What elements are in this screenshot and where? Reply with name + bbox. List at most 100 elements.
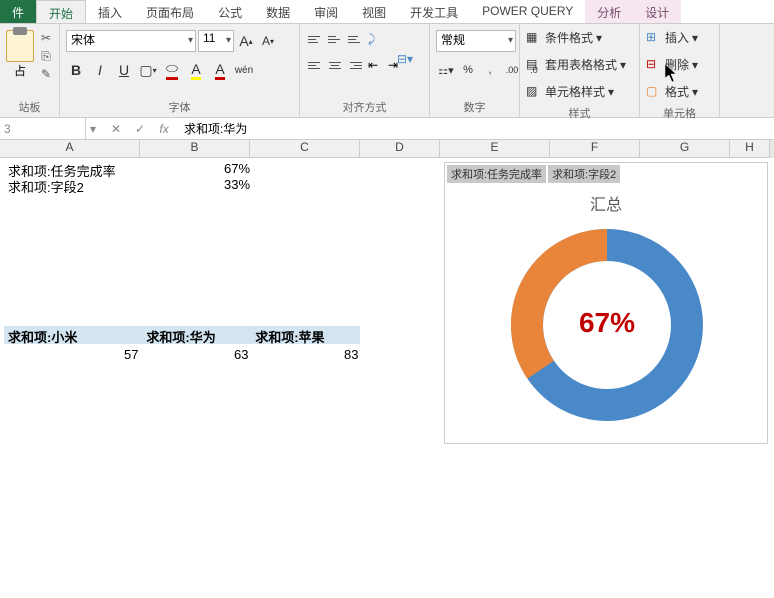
clipboard-icon [6, 30, 34, 62]
cursor-icon [665, 64, 679, 84]
formula-input[interactable] [180, 118, 774, 139]
underline-button[interactable]: U [114, 60, 134, 80]
merge-cells-button[interactable]: ⊟▾ [397, 28, 425, 90]
cell-b1[interactable]: 67% [220, 160, 254, 177]
align-middle-icon[interactable] [326, 30, 344, 48]
align-top-icon[interactable] [306, 30, 324, 48]
font-size-select[interactable]: 11 ▾ [198, 30, 234, 52]
increase-decimal-icon[interactable]: .00 [502, 60, 522, 80]
tab-view[interactable]: 视图 [350, 0, 398, 23]
spreadsheet-grid[interactable]: 求和项:任务完成率 67% 求和项:字段2 33% 求和项:小米 求和项:华为 … [0, 158, 774, 578]
pivot-header-1[interactable]: 求和项:小米 [4, 326, 142, 344]
tab-home[interactable]: 开始 [36, 0, 86, 23]
orientation-icon[interactable]: ⤸ [366, 30, 384, 48]
cell-b2[interactable]: 33% [220, 176, 254, 193]
accept-formula-icon[interactable]: ✓ [132, 122, 148, 136]
tab-page-layout[interactable]: 页面布局 [134, 0, 206, 23]
format-cells-button[interactable]: ▢ 格式 ▾ [646, 83, 698, 100]
chart-center-label: 67% [579, 307, 635, 339]
fill-color-button[interactable]: A [186, 60, 206, 80]
pivot-value-3[interactable]: 83 [340, 346, 362, 363]
tab-file[interactable]: 件 [0, 0, 36, 23]
col-header-g[interactable]: G [640, 140, 730, 158]
table-format-icon: ▤ [526, 57, 542, 73]
cancel-formula-icon[interactable]: ✕ [108, 122, 124, 136]
ribbon: 占 ✂ ⎘ ✎ 站板 宋体 ▾ 11 ▾ A▴ [0, 24, 774, 118]
chart-title: 汇总 [445, 191, 767, 215]
currency-icon[interactable]: ⚏▾ [436, 60, 456, 80]
copy-icon[interactable]: ⎘ [38, 48, 54, 64]
insert-cells-button[interactable]: ⊞ 插入 ▾ [646, 29, 698, 46]
tab-power-query[interactable]: POWER QUERY [470, 0, 585, 23]
chevron-down-icon[interactable]: ▾ [86, 122, 100, 136]
delete-icon: ⊟ [646, 57, 662, 73]
tab-developer[interactable]: 开发工具 [398, 0, 470, 23]
paste-label: 占 [14, 62, 26, 79]
chevron-down-icon: ▾ [226, 35, 231, 46]
bold-button[interactable]: B [66, 60, 86, 80]
cut-icon[interactable]: ✂ [38, 30, 54, 46]
phonetic-button[interactable]: wén [234, 60, 254, 80]
percent-icon[interactable]: % [458, 60, 478, 80]
format-painter-icon[interactable]: ✎ [38, 66, 54, 82]
tab-review[interactable]: 审阅 [302, 0, 350, 23]
paste-button[interactable]: 占 [6, 26, 34, 79]
chart-field-tag-2[interactable]: 求和项:字段2 [548, 165, 620, 183]
tab-data[interactable]: 数据 [254, 0, 302, 23]
style-group-label: 样式 [526, 103, 633, 121]
cell-style-button[interactable]: ▨ 单元格样式▾ [526, 83, 614, 100]
col-header-d[interactable]: D [360, 140, 440, 158]
tab-formulas[interactable]: 公式 [206, 0, 254, 23]
col-header-a[interactable]: A [0, 140, 140, 158]
chevron-down-icon: ▾ [620, 58, 626, 72]
column-headers: A B C D E F G H [0, 140, 774, 158]
border-button[interactable]: ▢▾ [138, 60, 158, 80]
tab-design[interactable]: 设计 [633, 0, 681, 23]
cell-style-icon: ▨ [526, 84, 542, 100]
cells-group-label: 单元格 [646, 103, 713, 121]
font-color-button[interactable]: A [210, 60, 230, 80]
pivot-value-2[interactable]: 63 [230, 346, 252, 363]
clipboard-group-label: 站板 [6, 97, 53, 115]
ribbon-tabs: 件 开始 插入 页面布局 公式 数据 审阅 视图 开发工具 POWER QUER… [0, 0, 774, 24]
number-format-select[interactable]: 常规 ▾ [436, 30, 516, 52]
table-format-button[interactable]: ▤ 套用表格格式▾ [526, 56, 626, 73]
pivot-chart[interactable]: 求和项:任务完成率 求和项:字段2 汇总 67% [444, 162, 768, 444]
align-group-label: 对齐方式 [306, 97, 423, 115]
align-bottom-icon[interactable] [346, 30, 364, 48]
tab-analyze[interactable]: 分析 [585, 0, 633, 23]
conditional-format-icon: ▦ [526, 30, 542, 46]
cell-a2[interactable]: 求和项:字段2 [4, 176, 88, 197]
decrease-font-icon[interactable]: A▾ [258, 30, 278, 52]
chart-field-tag-1[interactable]: 求和项:任务完成率 [447, 165, 546, 183]
chevron-down-icon: ▾ [508, 35, 513, 46]
align-center-icon[interactable] [326, 56, 344, 74]
formula-bar: 3 ▾ ✕ ✓ fx [0, 118, 774, 140]
col-header-f[interactable]: F [550, 140, 640, 158]
col-header-c[interactable]: C [250, 140, 360, 158]
font-name-select[interactable]: 宋体 ▾ [66, 30, 196, 52]
align-right-icon[interactable] [346, 56, 364, 74]
chevron-down-icon: ▾ [608, 85, 614, 99]
fx-icon[interactable]: fx [156, 122, 172, 136]
pivot-header-2[interactable]: 求和项:华为 [142, 326, 251, 344]
conditional-format-button[interactable]: ▦ 条件格式▾ [526, 29, 602, 46]
align-left-icon[interactable] [306, 56, 324, 74]
format-icon: ▢ [646, 84, 662, 100]
border-dropdown[interactable]: ⬭ [162, 60, 182, 80]
indent-decrease-icon[interactable]: ⇤ [366, 56, 384, 74]
name-box[interactable]: 3 [0, 118, 86, 139]
col-header-b[interactable]: B [140, 140, 250, 158]
italic-button[interactable]: I [90, 60, 110, 80]
pivot-value-1[interactable]: 57 [120, 346, 142, 363]
col-header-h[interactable]: H [730, 140, 770, 158]
number-group-label: 数字 [436, 97, 513, 115]
col-header-e[interactable]: E [440, 140, 550, 158]
chevron-down-icon: ▾ [188, 35, 193, 46]
insert-icon: ⊞ [646, 30, 662, 46]
font-group-label: 字体 [66, 97, 293, 115]
increase-font-icon[interactable]: A▴ [236, 30, 256, 52]
tab-insert[interactable]: 插入 [86, 0, 134, 23]
comma-icon[interactable]: , [480, 60, 500, 80]
pivot-header-3[interactable]: 求和项:苹果 [251, 326, 360, 344]
